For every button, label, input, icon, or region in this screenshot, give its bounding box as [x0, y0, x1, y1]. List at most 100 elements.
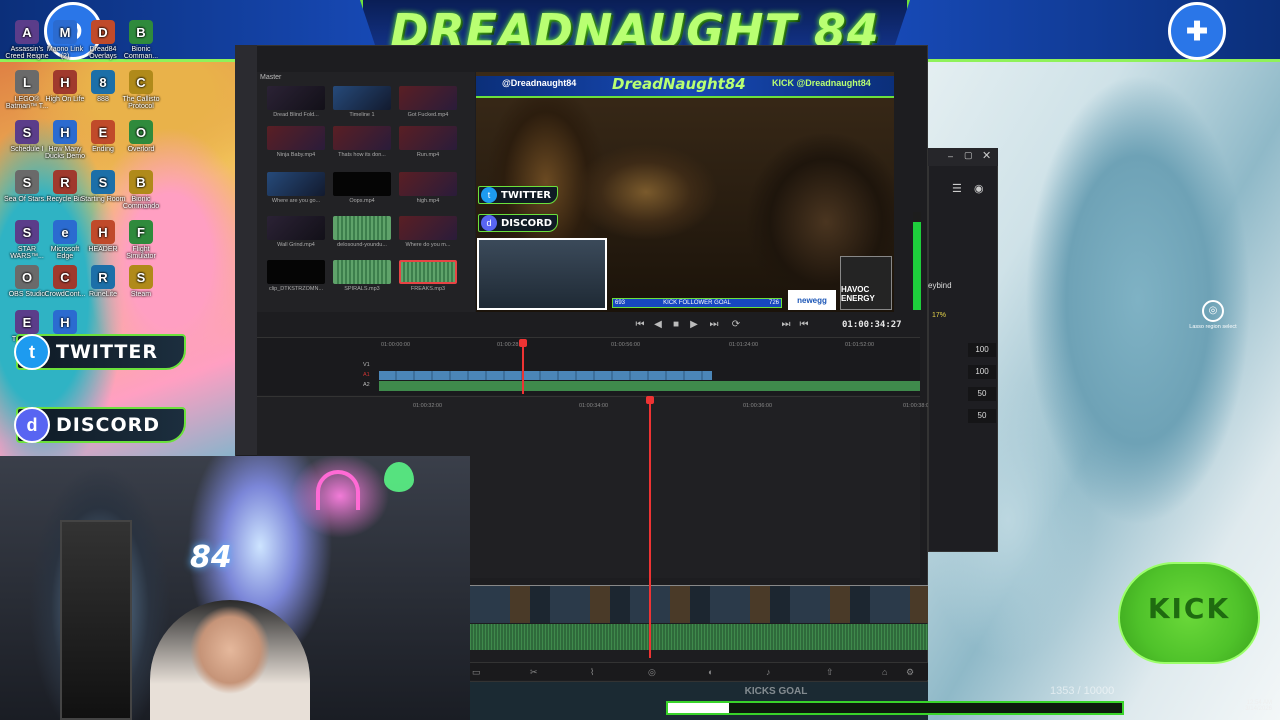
media-clip[interactable]: Oops.mp4 — [333, 172, 391, 204]
discord-ribbon: d DISCORD — [14, 407, 186, 443]
play-reverse-icon[interactable]: ◀ — [652, 319, 664, 331]
clip-name: Where are you go... — [271, 198, 321, 204]
edit-page-icon[interactable]: ⌇ — [590, 667, 594, 678]
deliver-page-icon[interactable]: ⇧ — [826, 667, 834, 678]
mixer-value[interactable]: 50 — [968, 387, 996, 401]
desktop-icon[interactable]: S Steam — [118, 265, 164, 298]
ruler-upper-tick: 01:01:24:00 — [729, 342, 759, 348]
track-label-a2: A2 — [363, 382, 370, 388]
clip-name: Dread Blind Fold... — [273, 112, 319, 118]
app-icon: E — [91, 120, 115, 144]
media-clip[interactable]: Where are you go... — [267, 172, 325, 204]
mixer-value[interactable]: 100 — [968, 343, 996, 357]
media-clip[interactable]: Run.mp4 — [399, 126, 457, 158]
viewer-overlay-title: DreadNaught84 — [612, 75, 746, 93]
clip-thumbnail — [267, 172, 325, 196]
mixer-value[interactable]: 50 — [968, 409, 996, 423]
goal-left-value: 693 — [615, 300, 626, 306]
media-clip[interactable]: high.mp4 — [399, 172, 457, 204]
app-icon: C — [53, 265, 77, 289]
mixer-settings-icon[interactable]: ☰ — [952, 182, 962, 195]
media-clip[interactable]: clip_DTKSTRZOMN... — [267, 260, 325, 292]
clip-thumbnail — [333, 172, 391, 196]
app-icon: R — [91, 265, 115, 289]
fusion-page-icon[interactable]: ◎ — [648, 667, 656, 678]
app-icon: S — [15, 120, 39, 144]
lasso-select-icon[interactable]: ◎ — [1202, 300, 1224, 322]
stop-icon[interactable]: ■ — [670, 319, 682, 331]
lower-playhead-handle[interactable] — [646, 396, 654, 404]
clip-name: SPIRALS.mp3 — [344, 286, 380, 292]
minimize-icon[interactable]: – — [948, 151, 953, 161]
kicks-goal-label: KICKS GOAL — [744, 686, 808, 697]
clip-name: clip_DTKSTRZOMN... — [268, 286, 324, 292]
lower-playhead[interactable] — [649, 398, 651, 658]
twitter-label: TWITTER — [56, 341, 158, 363]
banner-right-badge-icon: ✚ — [1168, 2, 1226, 60]
media-clip[interactable]: SPIRALS.mp3 — [333, 260, 391, 292]
media-clip[interactable]: Timeline 1 — [333, 86, 391, 118]
media-clip[interactable]: delosound-youndu... — [333, 216, 391, 248]
lower-audio-waveform[interactable] — [470, 624, 928, 650]
desktop-icon[interactable]: F Flight Simulator — [118, 220, 164, 260]
next-clip-icon[interactable]: ⏭ — [780, 319, 792, 331]
skip-to-end-icon[interactable]: ⏭ — [708, 319, 720, 331]
desktop-icon[interactable]: B Bionic Comman... — [118, 20, 164, 60]
maximize-icon[interactable]: ▢ — [964, 150, 973, 161]
clip-thumbnail — [399, 172, 457, 196]
app-icon: 8 — [91, 70, 115, 94]
desktop-icon-label: Flight Simulator — [126, 246, 156, 260]
media-page-icon[interactable]: ▭ — [472, 667, 481, 678]
dock-titlebar: – ▢ ✕ — [928, 148, 998, 166]
audio-track-clip[interactable] — [379, 381, 920, 391]
settings-gear-icon[interactable]: ⚙ — [906, 667, 914, 678]
media-clip[interactable]: Where do you m... — [399, 216, 457, 248]
upper-playhead[interactable] — [522, 339, 524, 394]
close-icon[interactable]: ✕ — [982, 149, 991, 162]
media-clip[interactable]: Thats how its don... — [333, 126, 391, 158]
play-icon[interactable]: ▶ — [688, 319, 700, 331]
app-icon: S — [15, 220, 39, 244]
app-icon: S — [15, 170, 39, 194]
media-clip[interactable]: Got Fucked.mp4 — [399, 86, 457, 118]
prev-clip-icon[interactable]: ⏮ — [798, 319, 810, 331]
desktop-icon[interactable]: O Overlord — [118, 120, 164, 153]
media-clip[interactable]: Wall Grind.mp4 — [267, 216, 325, 248]
lower-video-clips[interactable] — [470, 585, 928, 623]
sponsor-havoc: HAVOC ENERGY — [840, 256, 892, 310]
clip-thumbnail — [399, 126, 457, 150]
fairlight-page-icon[interactable]: ♪ — [766, 667, 771, 677]
home-icon[interactable]: ⌂ — [882, 667, 887, 677]
ruler-lower-tick: 01:00:36:00 — [743, 403, 773, 409]
video-viewer[interactable]: @Dreadnaught84 DreadNaught84 KICK @Dread… — [476, 72, 894, 312]
media-pool[interactable]: Master Dread Blind Fold... Timeline 1 Got … — [257, 72, 475, 312]
clip-name: Timeline 1 — [349, 112, 375, 118]
clip-thumbnail — [267, 126, 325, 150]
desktop-icon[interactable]: C The Callisto Protocol — [118, 70, 164, 110]
cut-page-icon[interactable]: ✂ — [530, 667, 538, 678]
loop-icon[interactable]: ⟳ — [730, 319, 742, 331]
app-icon: B — [129, 20, 153, 44]
lasso-select-label: Lasso region select — [1189, 324, 1237, 330]
clip-thumbnail — [267, 260, 325, 284]
media-clip[interactable]: FREAKS.mp3 — [399, 260, 457, 292]
app-icon: A — [15, 20, 39, 44]
color-page-icon[interactable]: ◐ — [708, 667, 713, 677]
viewer-discord-icon: d — [481, 215, 497, 231]
viewer-x-handle: @Dreadnaught84 — [502, 78, 577, 88]
media-clip[interactable]: Dread Blind Fold... — [267, 86, 325, 118]
skip-to-start-icon[interactable]: ⏮ — [634, 319, 646, 331]
video-track-clips[interactable] — [379, 371, 712, 380]
app-icon: R — [53, 170, 77, 194]
clip-name: Oops.mp4 — [349, 198, 375, 204]
desktop-icon[interactable]: B Bionic Commando — [118, 170, 164, 210]
clock-date[interactable]: 3/14/2026 — [1130, 706, 1272, 712]
app-icon: D — [91, 20, 115, 44]
clip-name: Wall Grind.mp4 — [277, 242, 315, 248]
media-pool-header: Master — [260, 74, 282, 81]
upper-playhead-handle[interactable] — [519, 339, 527, 347]
discord-icon: d — [14, 407, 50, 443]
mixer-value[interactable]: 100 — [968, 365, 996, 379]
media-clip[interactable]: Ninja Baby.mp4 — [267, 126, 325, 158]
record-icon[interactable]: ◉ — [974, 182, 984, 195]
